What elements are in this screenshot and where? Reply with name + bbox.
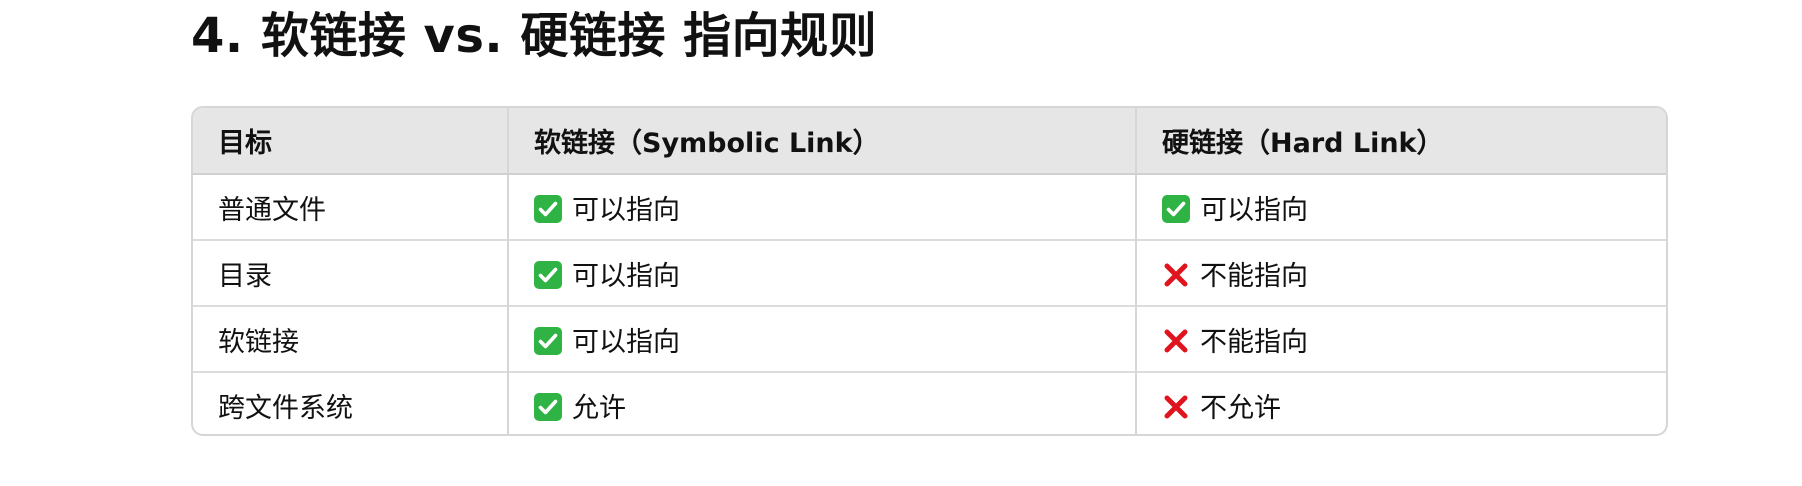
cell-target: 跨文件系统 (193, 371, 508, 434)
cell-text: 可以指向 (572, 326, 680, 358)
cell-target: 目录 (193, 239, 508, 306)
cell-hard-link: 不能指向 (1135, 239, 1666, 306)
page-title: 4. 软链接 vs. 硬链接 指向规则 (191, 8, 878, 64)
table-row: 普通文件 可以指向 可以指向 (193, 174, 1666, 240)
check-mark-icon (534, 260, 562, 289)
check-mark-icon (534, 392, 562, 421)
cell-text: 可以指向 (1200, 194, 1308, 226)
cell-hard-link: 不允许 (1135, 371, 1666, 434)
cell-soft-link: 可以指向 (507, 174, 1136, 240)
cell-text: 可以指向 (572, 260, 680, 292)
header-hard-link: 硬链接（Hard Link） (1135, 108, 1666, 175)
cell-hard-link: 可以指向 (1135, 174, 1666, 240)
check-mark-icon (534, 326, 562, 355)
table-row: 目录 可以指向 不能指向 (193, 239, 1666, 306)
cell-soft-link: 允许 (507, 371, 1136, 434)
cell-text: 不允许 (1200, 392, 1281, 424)
cross-mark-icon (1162, 327, 1190, 355)
check-mark-icon (1162, 194, 1190, 223)
header-target: 目标 (193, 108, 508, 175)
cross-mark-icon (1162, 261, 1190, 289)
cross-mark-icon (1162, 393, 1190, 421)
cell-soft-link: 可以指向 (507, 305, 1136, 372)
table-row: 软链接 可以指向 不能指向 (193, 305, 1666, 372)
cell-soft-link: 可以指向 (507, 239, 1136, 306)
cell-text: 允许 (572, 392, 626, 424)
table-header-row: 目标 软链接（Symbolic Link） 硬链接（Hard Link） (193, 108, 1666, 175)
cell-target: 普通文件 (218, 194, 326, 226)
link-rules-table: 目标 软链接（Symbolic Link） 硬链接（Hard Link） 普通文… (191, 106, 1668, 436)
cell-text: 不能指向 (1200, 260, 1308, 292)
cell-text: 可以指向 (572, 194, 680, 226)
header-soft-link: 软链接（Symbolic Link） (507, 108, 1136, 175)
table-row: 跨文件系统 允许 不允许 (193, 371, 1666, 434)
check-mark-icon (534, 194, 562, 223)
cell-text: 不能指向 (1200, 326, 1308, 358)
cell-hard-link: 不能指向 (1135, 305, 1666, 372)
cell-target: 软链接 (193, 305, 508, 372)
